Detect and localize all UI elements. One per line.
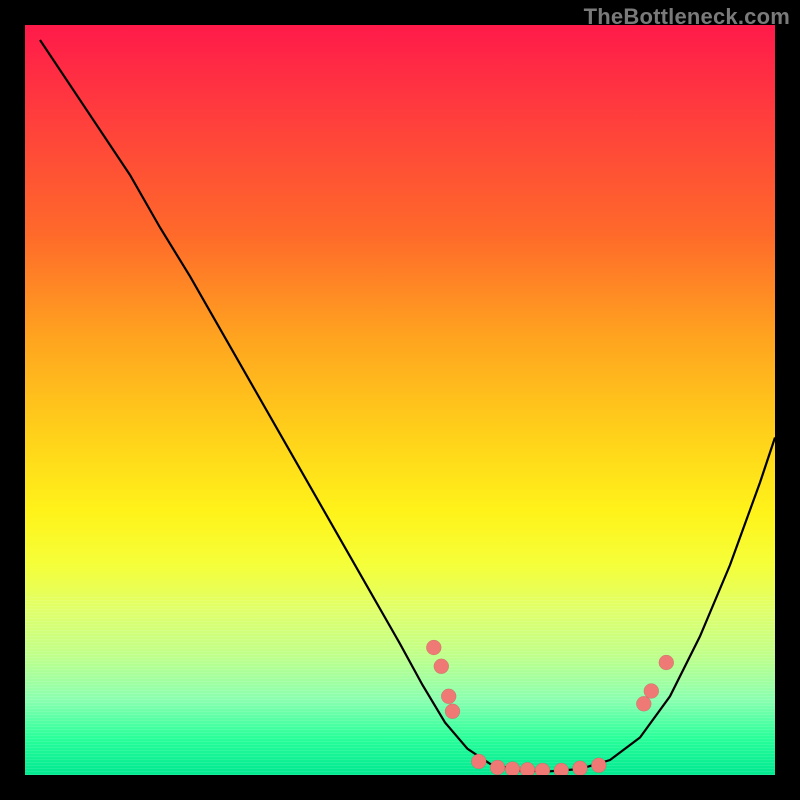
curve-layer	[25, 25, 775, 775]
data-point	[441, 689, 456, 704]
data-points	[426, 640, 674, 775]
data-point	[490, 760, 505, 775]
data-point	[636, 696, 651, 711]
data-point	[520, 762, 535, 775]
plot-area	[25, 25, 775, 775]
watermark: TheBottleneck.com	[584, 4, 790, 30]
data-point	[445, 704, 460, 719]
data-point	[505, 762, 520, 776]
data-point	[659, 655, 674, 670]
data-point	[591, 758, 606, 773]
data-point	[434, 659, 449, 674]
data-point	[426, 640, 441, 655]
data-point	[644, 684, 659, 699]
data-point	[573, 761, 588, 775]
data-point	[535, 763, 550, 775]
chart-frame: TheBottleneck.com	[0, 0, 800, 800]
data-point	[471, 754, 486, 769]
data-point	[554, 763, 569, 775]
